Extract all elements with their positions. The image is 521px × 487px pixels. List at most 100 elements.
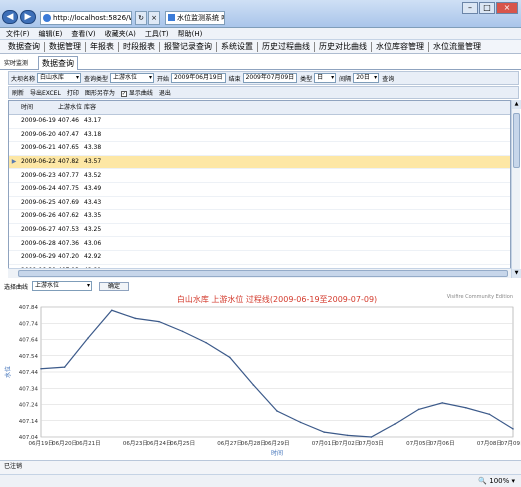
menu-favorites[interactable]: 收藏夹(A) xyxy=(105,29,136,39)
browser-tab[interactable]: 水位监测系统 哈尔滨今... xyxy=(165,11,225,25)
minimize-button[interactable]: – xyxy=(462,2,478,14)
table-row[interactable]: 2009-06-29 407.20 42.92 xyxy=(9,251,510,265)
table-row[interactable]: 2009-06-24 407.75 43.49 xyxy=(9,183,510,197)
app-menu-data-manage[interactable]: 数据管理 xyxy=(45,41,86,52)
hscroll-thumb[interactable] xyxy=(18,270,508,277)
data-point xyxy=(181,330,184,333)
address-bar[interactable]: http://localhost:5826/War xyxy=(40,11,132,25)
cell-capacity: 43.38 xyxy=(84,144,102,152)
x-tick-label: 07月01日 xyxy=(312,440,337,447)
export-excel-button[interactable]: 导出EXCEL xyxy=(30,88,61,97)
table-row[interactable]: 2009-06-27 407.53 43.25 xyxy=(9,224,510,238)
x-tick-label: 06月27日 xyxy=(217,440,242,447)
data-point xyxy=(417,408,420,411)
refresh-icon[interactable]: ↻ xyxy=(135,11,147,25)
app-menu-alarm-query[interactable]: 报警记录查询 xyxy=(160,41,217,52)
zoom-value: 100% xyxy=(489,477,510,485)
data-point xyxy=(276,410,278,412)
cell-capacity: 43.25 xyxy=(84,226,102,234)
kind-select[interactable]: 日 xyxy=(314,73,337,83)
app-menu-annual-report[interactable]: 年报表 xyxy=(86,41,119,52)
refresh-button[interactable]: 刷新 xyxy=(12,88,24,97)
cell-level: 407.46 xyxy=(58,117,79,125)
menu-file[interactable]: 文件(F) xyxy=(6,29,30,39)
grid-horizontal-scrollbar[interactable] xyxy=(8,268,511,278)
menu-tools[interactable]: 工具(T) xyxy=(145,29,169,39)
column-header-time[interactable]: 时间 xyxy=(19,103,57,113)
interval-select[interactable]: 20日 xyxy=(353,73,380,83)
save-chart-button[interactable]: 图形另存为 xyxy=(85,88,115,97)
scroll-thumb[interactable] xyxy=(513,113,520,168)
app-menu-history-curve[interactable]: 历史过程曲线 xyxy=(258,41,315,52)
cell-time: 2009-06-24 xyxy=(21,185,56,193)
table-row[interactable]: 2009-06-23 407.77 43.52 xyxy=(9,169,510,183)
maximize-button[interactable]: □ xyxy=(479,2,495,14)
data-point xyxy=(63,366,66,368)
end-date-input[interactable]: 2009年07月09日 xyxy=(242,73,298,83)
stop-icon[interactable]: × xyxy=(148,11,160,25)
app-menu-data-query[interactable]: 数据查询 xyxy=(4,41,45,52)
app-menu-history-compare[interactable]: 历史对比曲线 xyxy=(315,41,372,52)
cell-capacity: 43.18 xyxy=(84,130,102,138)
show-curve-label: 显示曲线 xyxy=(128,90,153,97)
menu-help[interactable]: 帮助(H) xyxy=(178,29,203,39)
curve-select[interactable]: 上游水位 xyxy=(32,281,93,291)
data-point xyxy=(512,428,514,430)
status-text: 已注销 xyxy=(4,463,23,470)
table-row[interactable]: 2009-06-25 407.69 43.43 xyxy=(9,197,510,211)
show-curve-toggle[interactable]: ✓ 显示曲线 xyxy=(120,88,153,97)
query-button[interactable]: 查询 xyxy=(382,74,394,83)
exit-button[interactable]: 退出 xyxy=(159,88,171,97)
cell-time: 2009-06-19 xyxy=(21,117,56,125)
cell-level: 407.47 xyxy=(58,130,79,138)
cell-level: 407.82 xyxy=(58,158,79,166)
table-row[interactable]: 2009-06-28 407.36 43.06 xyxy=(9,237,510,251)
y-tick-label: 407.24 xyxy=(19,403,39,409)
app-menu-period-report[interactable]: 时段报表 xyxy=(119,41,160,52)
cell-level: 407.20 xyxy=(58,253,79,261)
cell-time: 2009-06-29 xyxy=(21,253,56,261)
print-button[interactable]: 打印 xyxy=(67,88,79,97)
table-row[interactable]: 2009-06-19 407.46 43.17 xyxy=(9,115,510,129)
kind-label: 类型 xyxy=(300,75,313,83)
table-row[interactable]: 2009-06-26 407.62 43.35 xyxy=(9,210,510,224)
tab-data-query[interactable]: 数据查询 xyxy=(38,56,78,70)
x-tick-label: 07月05日 xyxy=(406,440,431,447)
data-point xyxy=(465,406,467,409)
grid-vertical-scrollbar[interactable]: ▲ ▼ xyxy=(511,100,521,278)
zoom-level[interactable]: 🔍 100% ▾ xyxy=(478,477,515,485)
forward-button[interactable]: ▶ xyxy=(20,10,36,24)
column-header-level[interactable]: 上游水位 xyxy=(57,103,83,113)
table-row[interactable]: 2009-06-21 407.65 43.38 xyxy=(9,142,510,156)
menu-view[interactable]: 查看(V) xyxy=(71,29,95,39)
menu-edit[interactable]: 编辑(E) xyxy=(39,29,63,39)
cell-level: 407.62 xyxy=(58,212,79,220)
row-selector-icon[interactable]: ▶ xyxy=(9,157,19,167)
grid-header: 时间 上游水位 库容 xyxy=(9,101,510,115)
scroll-up-arrow-icon[interactable]: ▲ xyxy=(512,100,521,109)
checkbox-checked-icon[interactable]: ✓ xyxy=(120,90,127,97)
column-header-capacity[interactable]: 库容 xyxy=(83,103,105,113)
reservoir-select[interactable]: 白山水库 xyxy=(37,73,82,83)
y-tick-label: 407.84 xyxy=(19,305,39,311)
close-button[interactable]: × xyxy=(496,2,518,14)
table-row[interactable]: 2009-06-20 407.47 43.18 xyxy=(9,129,510,143)
x-tick-label: 07月09日 xyxy=(501,440,521,447)
x-tick-label: 07月03日 xyxy=(359,440,384,447)
cell-time: 2009-06-20 xyxy=(21,130,56,138)
table-row[interactable]: ▶ 2009-06-22 407.82 43.57 xyxy=(9,155,510,170)
cell-time: 2009-06-28 xyxy=(21,239,56,247)
start-date-input[interactable]: 2009年06月19日 xyxy=(171,73,226,83)
scroll-down-arrow-icon[interactable]: ▼ xyxy=(512,269,521,278)
app-menu-settings[interactable]: 系统设置 xyxy=(217,41,258,52)
app-menu-level-flow[interactable]: 水位流量管理 xyxy=(429,42,485,52)
data-point xyxy=(370,436,373,438)
app-menu-level-capacity[interactable]: 水位库容管理 xyxy=(372,41,429,52)
query-type-select[interactable]: 上游水位 xyxy=(110,73,155,83)
data-point xyxy=(205,341,207,344)
back-button[interactable]: ◀ xyxy=(2,10,18,24)
cell-capacity: 43.43 xyxy=(84,198,102,206)
tab-realtime[interactable]: 实时监测 xyxy=(4,58,28,67)
confirm-button[interactable]: 确定 xyxy=(99,281,130,291)
browser-menubar: 文件(F) 编辑(E) 查看(V) 收藏夹(A) 工具(T) 帮助(H) xyxy=(0,28,521,40)
